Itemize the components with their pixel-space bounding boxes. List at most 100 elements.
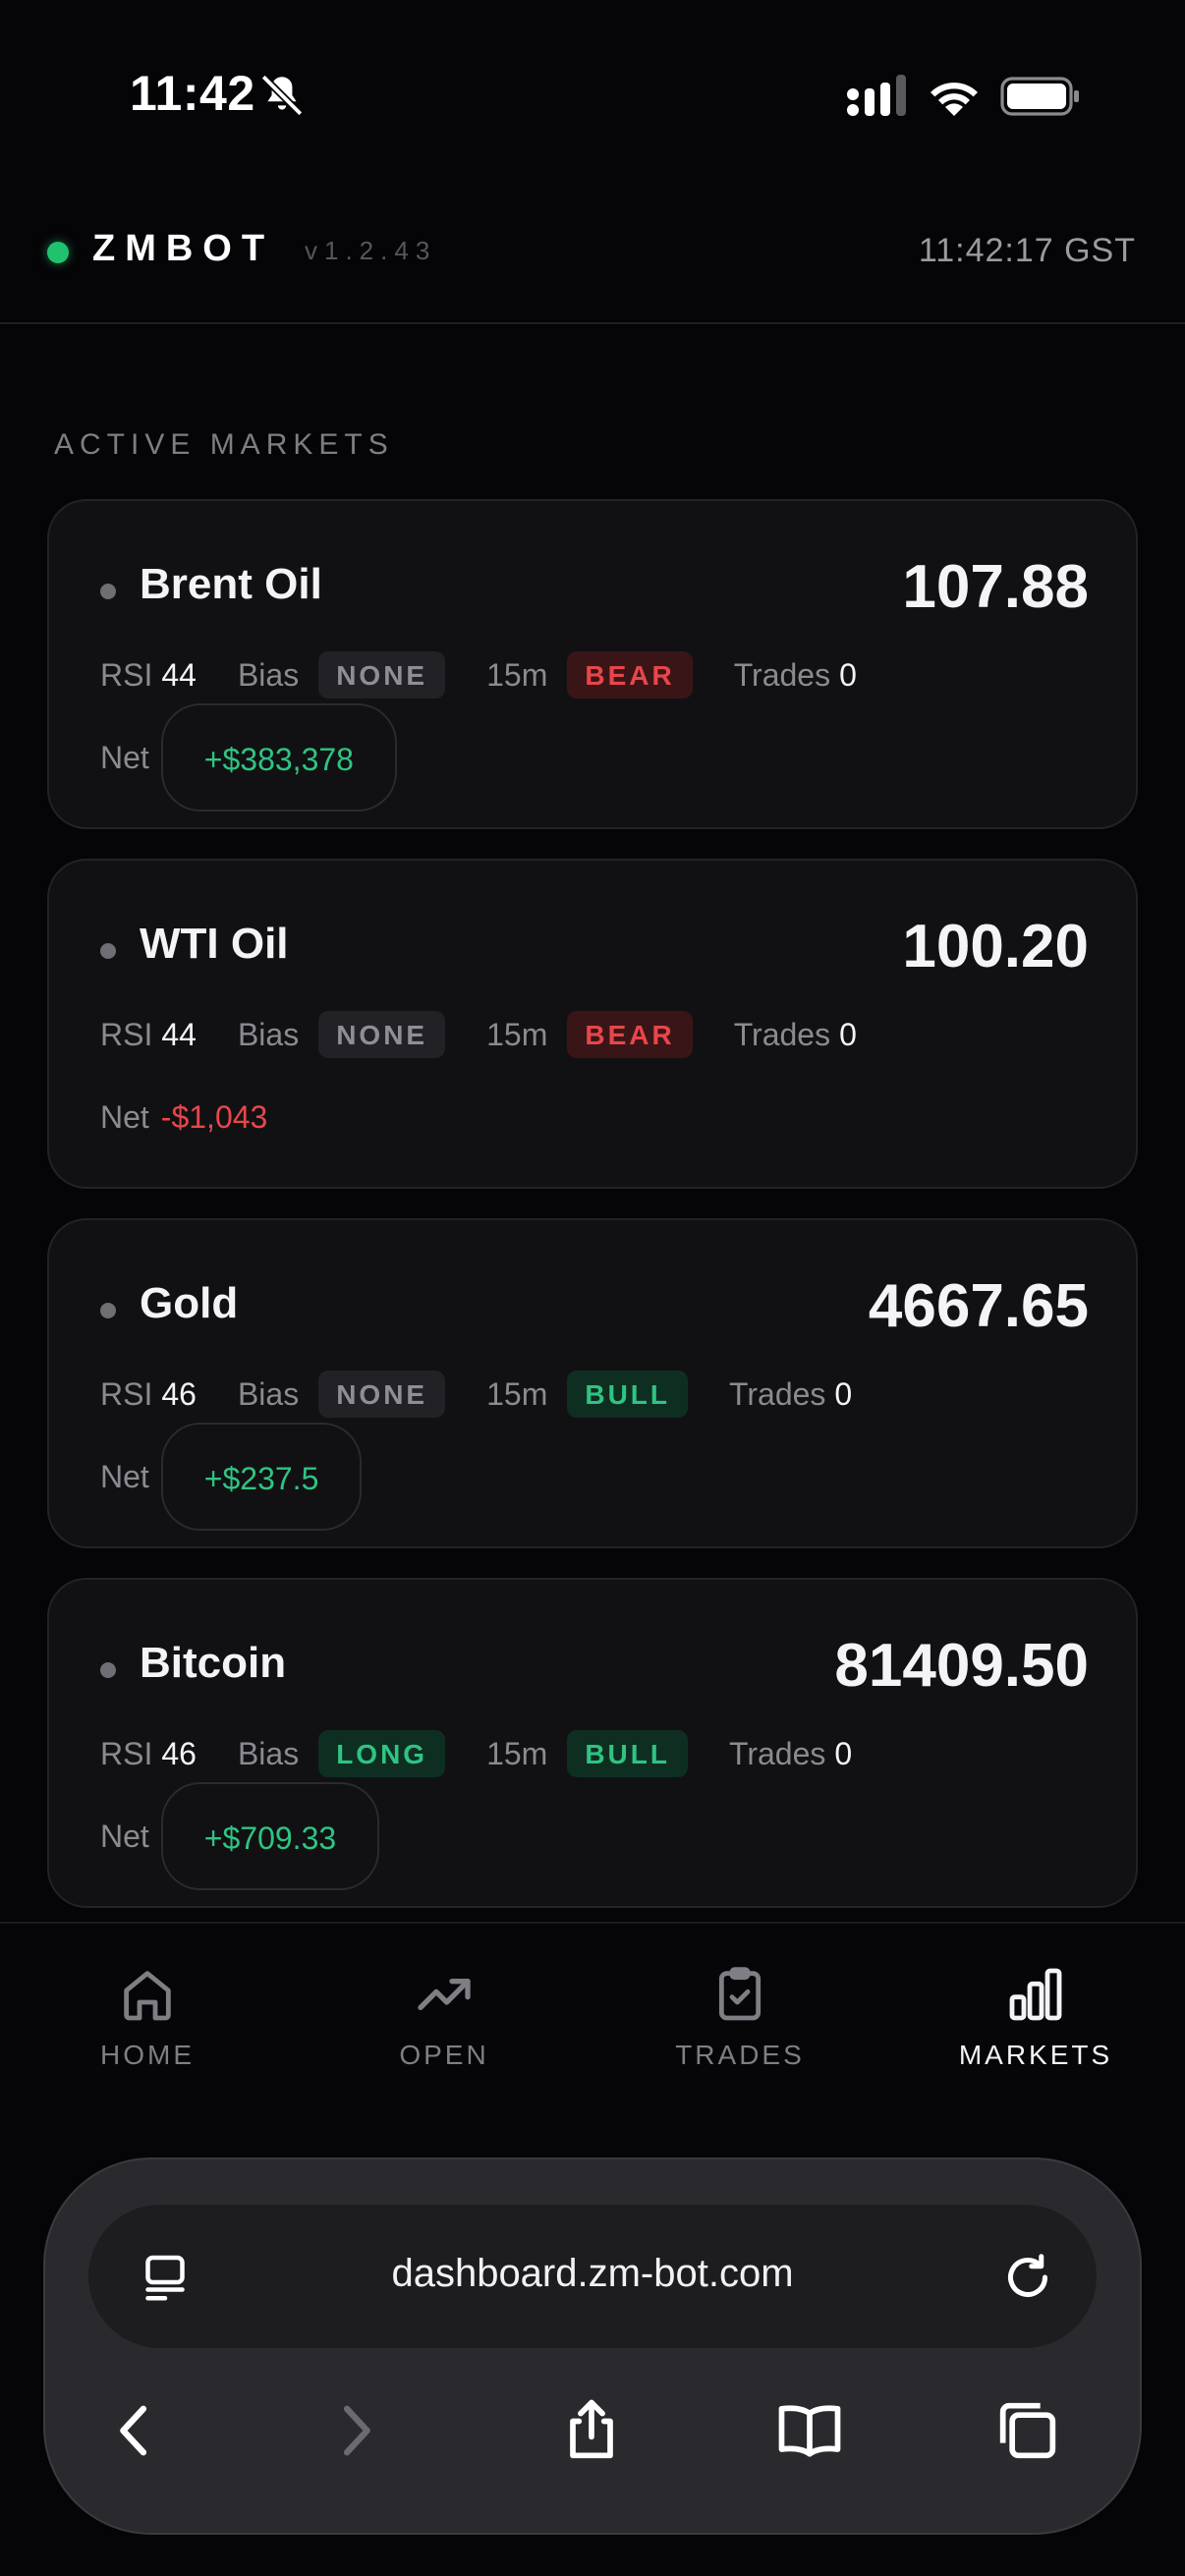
net-value: -$1,043 — [160, 1098, 268, 1135]
forward-button[interactable] — [317, 2393, 392, 2468]
url-text[interactable]: dashboard.zm-bot.com — [88, 2252, 1097, 2296]
chevron-left-icon — [120, 2405, 147, 2456]
bias-badge: NONE — [318, 651, 446, 699]
page: 11:42 ZMBOT v1.2.43 11:42:17 GST ACTIVE … — [0, 0, 1185, 2576]
rsi-label: RSI — [100, 1016, 153, 1052]
chevron-right-icon — [343, 2405, 370, 2456]
bias-label: Bias — [237, 1375, 300, 1412]
market-card-bitcoin[interactable]: Bitcoin 81409.50 RSI 46 Bias LONG 15m BU… — [47, 1578, 1138, 1908]
status-bar: 11:42 — [0, 0, 1185, 196]
battery-icon — [1000, 77, 1079, 116]
net-label: Net — [100, 1098, 149, 1135]
bias-badge: LONG — [318, 1730, 446, 1777]
timeframe-label: 15m — [486, 656, 548, 693]
net-value: +$237.5 — [160, 1423, 363, 1531]
trend-badge: BEAR — [567, 1011, 693, 1058]
tab-home[interactable]: HOME — [39, 1963, 255, 2071]
trend-badge: BEAR — [567, 651, 693, 699]
market-stats: RSI 44 Bias NONE 15m BEAR Trades 0 — [100, 1010, 857, 1059]
bias-label: Bias — [237, 1735, 300, 1771]
trades-count: 0 — [834, 1735, 853, 1771]
net-label: Net — [100, 1818, 149, 1854]
section-title: ACTIVE MARKETS — [54, 428, 394, 461]
clipboard-check-icon — [718, 1967, 762, 2021]
market-price: 81409.50 — [834, 1632, 1089, 1700]
browser-toolbar: dashboard.zm-bot.com — [43, 2157, 1142, 2535]
market-card-wti-oil[interactable]: WTI Oil 100.20 RSI 44 Bias NONE 15m BEAR… — [47, 859, 1138, 1189]
timeframe-label: 15m — [486, 1375, 548, 1412]
market-status-dot — [100, 584, 116, 599]
market-name: Gold — [140, 1279, 239, 1327]
market-name: WTI Oil — [140, 920, 289, 968]
address-bar[interactable]: dashboard.zm-bot.com — [88, 2205, 1097, 2348]
home-icon — [124, 1971, 171, 2021]
rsi-value: 46 — [161, 1375, 197, 1412]
wifi-icon — [931, 83, 978, 116]
market-stats: RSI 46 Bias NONE 15m BULL Trades 0 — [100, 1370, 852, 1419]
cellular-signal-icon — [847, 75, 906, 116]
trades-count: 0 — [839, 656, 857, 693]
back-button[interactable] — [98, 2393, 173, 2468]
timeframe-label: 15m — [486, 1016, 548, 1052]
net-value: +$383,378 — [160, 703, 397, 812]
trades-count: 0 — [839, 1016, 857, 1052]
live-status-dot — [47, 242, 69, 263]
trending-up-icon — [418, 1979, 471, 2010]
tab-label: TRADES — [675, 2040, 805, 2070]
bar-chart-icon — [1009, 1968, 1062, 2021]
bias-label: Bias — [237, 1016, 300, 1052]
tabs-button[interactable] — [990, 2393, 1065, 2468]
share-icon — [570, 2399, 613, 2459]
tab-trades[interactable]: TRADES — [632, 1963, 848, 2071]
trades-label: Trades — [728, 1735, 826, 1771]
market-name: Bitcoin — [140, 1639, 287, 1687]
timeframe-label: 15m — [486, 1735, 548, 1771]
tabs-icon — [999, 2402, 1056, 2459]
trend-badge: BULL — [567, 1371, 688, 1418]
net-row: Net +$237.5 — [100, 1423, 363, 1531]
rsi-value: 46 — [161, 1735, 197, 1771]
reload-icon[interactable] — [998, 2248, 1057, 2307]
trades-label: Trades — [729, 1375, 826, 1412]
bias-badge: NONE — [318, 1371, 446, 1418]
tab-label: HOME — [100, 2040, 195, 2070]
brand-name: ZMBOT — [92, 228, 275, 269]
market-name: Brent Oil — [140, 560, 322, 608]
market-status-dot — [100, 1303, 116, 1318]
market-stats: RSI 46 Bias LONG 15m BULL Trades 0 — [100, 1729, 852, 1778]
trades-label: Trades — [733, 656, 831, 693]
trades-count: 0 — [834, 1375, 853, 1412]
bias-label: Bias — [237, 656, 300, 693]
tab-label: MARKETS — [958, 2040, 1113, 2070]
rsi-value: 44 — [161, 1016, 197, 1052]
net-row: Net +$383,378 — [100, 703, 397, 812]
rsi-label: RSI — [100, 656, 153, 693]
trend-badge: BULL — [567, 1730, 688, 1777]
book-icon — [778, 2405, 841, 2457]
market-price: 107.88 — [902, 553, 1089, 621]
status-clock: 11:42 — [130, 66, 255, 121]
net-value: +$709.33 — [160, 1782, 380, 1890]
market-status-dot — [100, 943, 116, 959]
bookmarks-button[interactable] — [772, 2393, 847, 2468]
market-card-brent-oil[interactable]: Brent Oil 107.88 RSI 44 Bias NONE 15m BE… — [47, 499, 1138, 829]
tab-markets[interactable]: MARKETS — [928, 1963, 1144, 2071]
rsi-label: RSI — [100, 1375, 153, 1412]
net-row: Net -$1,043 — [100, 1063, 267, 1171]
net-row: Net +$709.33 — [100, 1782, 380, 1890]
bottom-tab-bar: HOME OPEN TRADES MARKETS — [0, 1922, 1185, 2089]
tab-label: OPEN — [399, 2040, 489, 2070]
market-price: 4667.65 — [868, 1272, 1089, 1340]
rsi-label: RSI — [100, 1735, 153, 1771]
market-price: 100.20 — [902, 913, 1089, 980]
net-label: Net — [100, 739, 149, 775]
trades-label: Trades — [733, 1016, 831, 1052]
net-label: Net — [100, 1458, 149, 1494]
bias-badge: NONE — [318, 1011, 446, 1058]
rsi-value: 44 — [161, 656, 197, 693]
tab-open[interactable]: OPEN — [336, 1963, 552, 2071]
market-stats: RSI 44 Bias NONE 15m BEAR Trades 0 — [100, 650, 857, 700]
market-card-gold[interactable]: Gold 4667.65 RSI 46 Bias NONE 15m BULL T… — [47, 1218, 1138, 1548]
share-button[interactable] — [554, 2393, 629, 2468]
app-version: v1.2.43 — [305, 236, 437, 265]
